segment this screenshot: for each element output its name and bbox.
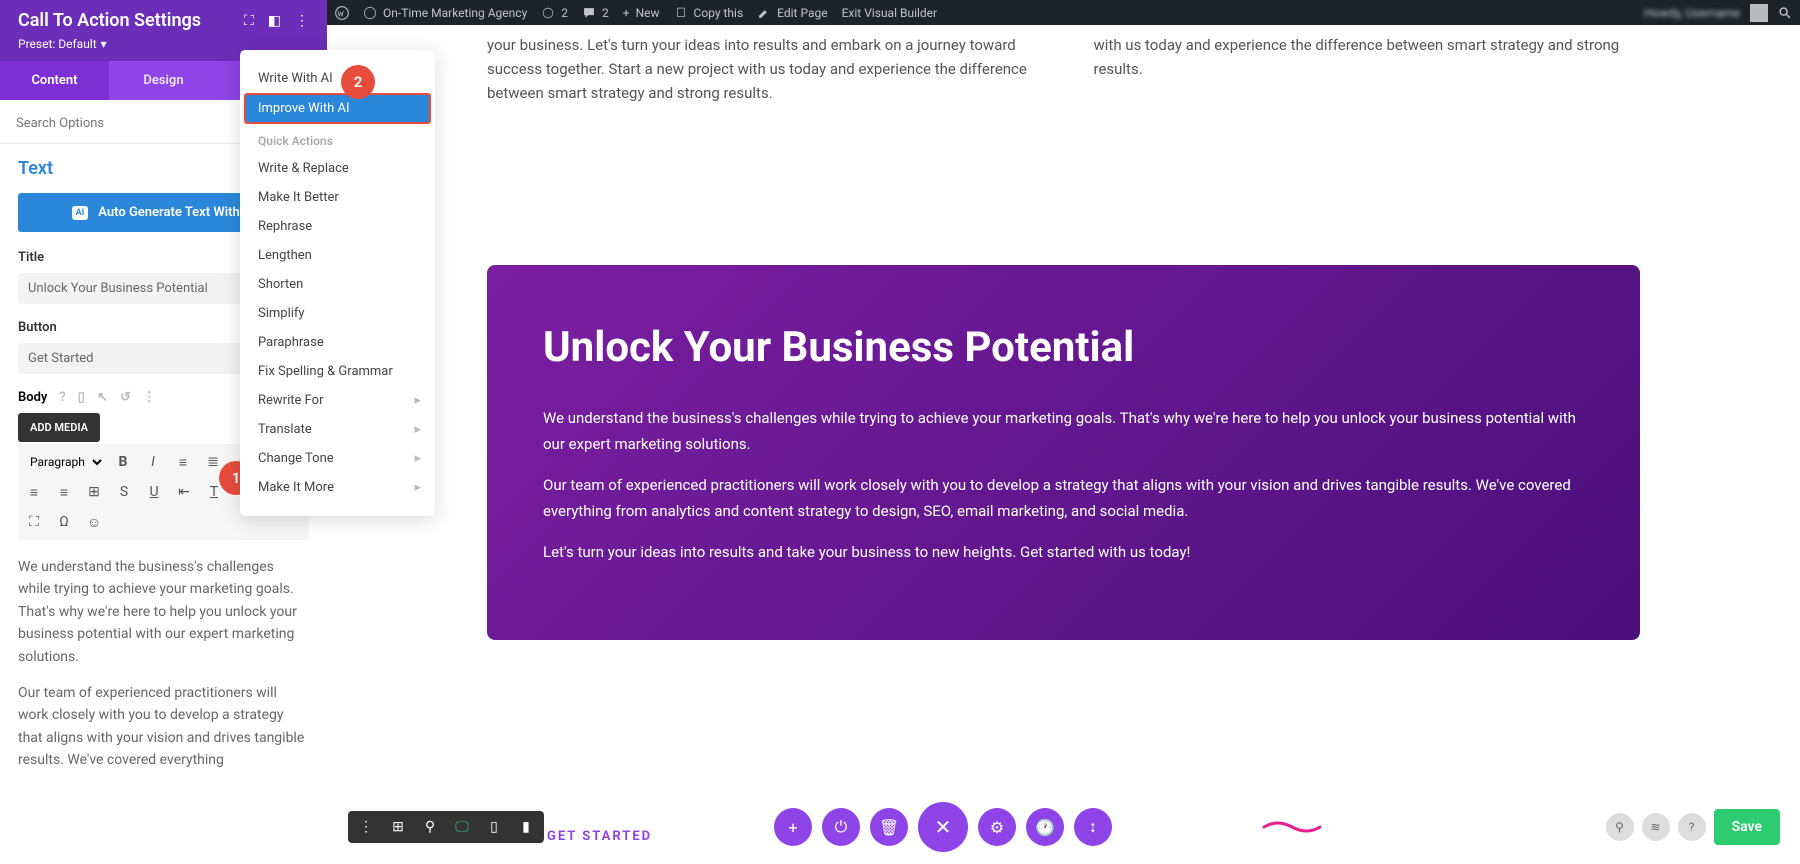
rephrase[interactable]: Rephrase xyxy=(240,212,435,241)
indent-out-icon[interactable]: ⇤ xyxy=(172,480,196,504)
wireframe-icon[interactable]: ⊞ xyxy=(388,817,408,837)
dock-icon[interactable]: ◧ xyxy=(268,13,281,29)
align-right-icon[interactable]: ≡ xyxy=(22,480,46,504)
annotation-marker-2: 2 xyxy=(341,65,375,99)
edit-page[interactable]: Edit Page xyxy=(757,6,827,20)
ai-dropdown: Write With AI Improve With AI Quick Acti… xyxy=(240,50,435,516)
sort-button[interactable]: ↕ xyxy=(1074,808,1112,846)
comments-count[interactable]: 2 xyxy=(582,6,609,20)
ul-icon[interactable]: ≡ xyxy=(171,450,195,474)
make-better[interactable]: Make It Better xyxy=(240,183,435,212)
underline-icon[interactable]: U xyxy=(142,480,166,504)
exit-visual-builder[interactable]: Exit Visual Builder xyxy=(842,6,938,20)
user-avatar[interactable] xyxy=(1750,4,1768,22)
cta-paragraph-2: Our team of experienced practitioners wi… xyxy=(543,473,1584,524)
italic-icon[interactable]: I xyxy=(141,450,165,474)
undo-icon[interactable]: ↺ xyxy=(120,390,131,405)
fix-spelling[interactable]: Fix Spelling & Grammar xyxy=(240,357,435,386)
fullscreen-icon[interactable]: ⛶ xyxy=(22,510,46,534)
lengthen[interactable]: Lengthen xyxy=(240,241,435,270)
phone-icon[interactable]: ▮ xyxy=(516,817,536,837)
close-builder-button[interactable]: ✕ xyxy=(918,802,968,852)
panel-title: Call To Action Settings xyxy=(18,10,201,31)
view-controls: ⋮ ⊞ ⚲ 🖵 ▯ ▮ xyxy=(348,811,544,843)
tab-content[interactable]: Content xyxy=(0,61,109,100)
strike-icon[interactable]: S xyxy=(112,480,136,504)
builder-bottom-bar: ⋮ ⊞ ⚲ 🖵 ▯ ▮ + ⏻ 🗑 ✕ ⚙ 🕐 ↕ ⚲ ≋ ? Save xyxy=(348,802,1780,852)
paragraph-select[interactable]: Paragraph xyxy=(22,450,105,474)
omega-icon[interactable]: Ω xyxy=(52,510,76,534)
emoji-icon[interactable]: ☺ xyxy=(82,510,106,534)
wp-admin-bar: On-Time Marketing Agency 2 2 + New Copy … xyxy=(327,0,1800,25)
search-icon[interactable] xyxy=(1778,6,1792,20)
paraphrase[interactable]: Paraphrase xyxy=(240,328,435,357)
bold-icon[interactable]: B xyxy=(111,450,135,474)
preset-dropdown[interactable]: Preset: Default ▾ xyxy=(18,37,309,51)
save-button[interactable]: Save xyxy=(1714,809,1780,845)
trash-button[interactable]: 🗑 xyxy=(870,808,908,846)
cta-module[interactable]: Unlock Your Business Potential We unders… xyxy=(487,265,1640,640)
new-menu[interactable]: + New xyxy=(623,6,660,20)
align-justify-icon[interactable]: ≡ xyxy=(52,480,76,504)
quick-actions-header: Quick Actions xyxy=(240,124,435,154)
options-icon[interactable]: ⋮ xyxy=(143,390,156,405)
page-canvas: your business. Let's turn your ideas int… xyxy=(327,25,1800,864)
text-module-2[interactable]: with us today and experience the differe… xyxy=(1094,33,1641,105)
cta-paragraph-1: We understand the business's challenges … xyxy=(543,406,1584,457)
menu-icon[interactable]: ⋮ xyxy=(356,817,376,837)
text-module-1[interactable]: your business. Let's turn your ideas int… xyxy=(487,33,1034,105)
howdy-user[interactable]: Howdy, Username xyxy=(1644,6,1740,20)
add-button[interactable]: + xyxy=(774,808,812,846)
cursor-icon[interactable]: ↖ xyxy=(97,390,108,405)
table-icon[interactable]: ⊞ xyxy=(82,480,106,504)
make-it-more[interactable]: Make It More xyxy=(240,473,435,502)
layers-icon[interactable]: ≋ xyxy=(1642,813,1670,841)
write-replace[interactable]: Write & Replace xyxy=(240,154,435,183)
wp-logo-icon[interactable] xyxy=(335,6,349,20)
help-bottom-icon[interactable]: ? xyxy=(1678,813,1706,841)
add-media-button[interactable]: ADD MEDIA xyxy=(18,413,100,442)
search-bottom-icon[interactable]: ⚲ xyxy=(1606,813,1634,841)
body-label: Body xyxy=(18,390,47,405)
copy-this[interactable]: Copy this xyxy=(674,6,744,20)
change-tone[interactable]: Change Tone xyxy=(240,444,435,473)
translate[interactable]: Translate xyxy=(240,415,435,444)
zoom-icon[interactable]: ⚲ xyxy=(420,817,440,837)
squiggle-decoration xyxy=(1262,817,1322,837)
editor-content[interactable]: We understand the business's challenges … xyxy=(18,540,309,802)
cta-title: Unlock Your Business Potential xyxy=(543,323,1584,372)
write-with-ai[interactable]: Write With AI xyxy=(240,64,435,93)
shorten[interactable]: Shorten xyxy=(240,270,435,299)
tab-design[interactable]: Design xyxy=(109,61,218,100)
simplify[interactable]: Simplify xyxy=(240,299,435,328)
cta-paragraph-3: Let's turn your ideas into results and t… xyxy=(543,540,1584,566)
rewrite-for[interactable]: Rewrite For xyxy=(240,386,435,415)
power-button[interactable]: ⏻ xyxy=(822,808,860,846)
help-icon[interactable]: ? xyxy=(59,390,65,405)
device-icon[interactable]: ▯ xyxy=(78,390,85,405)
settings-button[interactable]: ⚙ xyxy=(978,808,1016,846)
updates-count[interactable]: 2 xyxy=(541,6,568,20)
tablet-icon[interactable]: ▯ xyxy=(484,817,504,837)
site-name[interactable]: On-Time Marketing Agency xyxy=(363,6,527,20)
improve-with-ai[interactable]: Improve With AI xyxy=(244,93,431,124)
history-button[interactable]: 🕐 xyxy=(1026,808,1064,846)
desktop-icon[interactable]: 🖵 xyxy=(452,817,472,837)
ai-badge: AI xyxy=(72,206,89,220)
expand-icon[interactable]: ⛶ xyxy=(244,13,254,29)
more-icon[interactable]: ⋮ xyxy=(295,13,309,29)
